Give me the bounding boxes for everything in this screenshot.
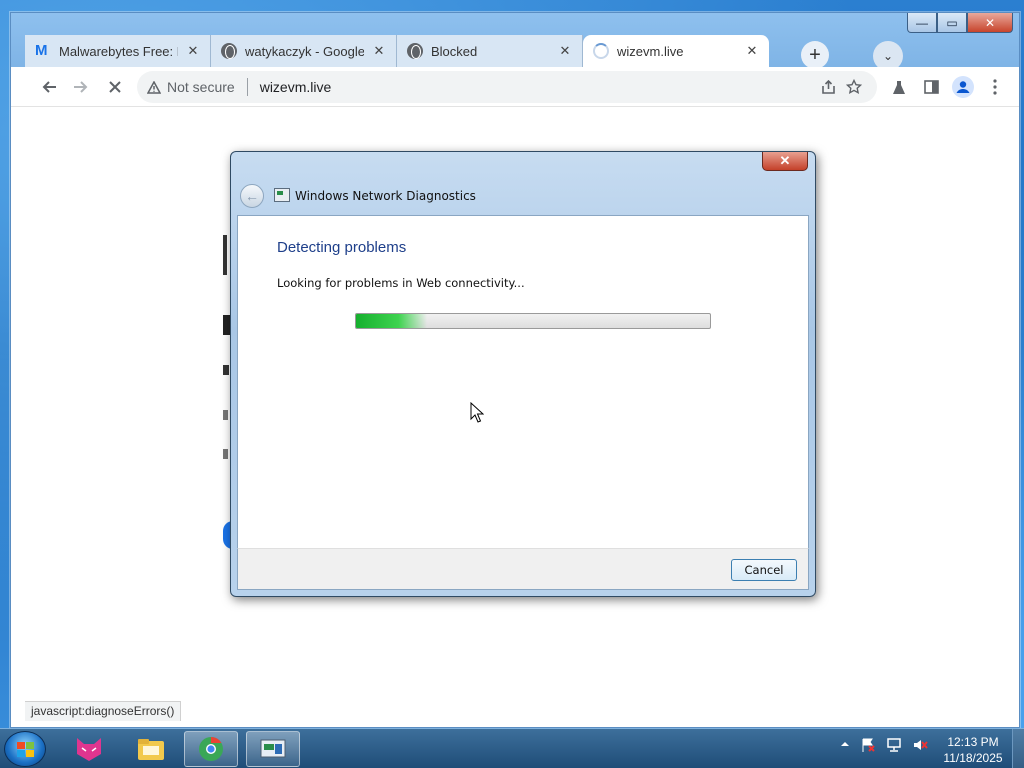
- network-status-icon[interactable]: [886, 737, 902, 756]
- chrome-icon: [199, 737, 223, 761]
- tab-label: watykaczyk - Google S: [245, 43, 364, 59]
- taskbar-clock[interactable]: 12:13 PM 11/18/2025: [936, 734, 1010, 766]
- action-center-flag-icon[interactable]: [860, 737, 876, 756]
- new-tab-button[interactable]: +: [801, 41, 829, 69]
- close-tab-icon[interactable]: ✕: [558, 43, 572, 59]
- page-fragment: [223, 235, 227, 275]
- browser-toolbar: Not secure wizevm.live: [11, 67, 1019, 107]
- back-arrow-icon[interactable]: [37, 75, 61, 99]
- tab-label: Malwarebytes Free: Fr: [59, 43, 178, 59]
- stop-loading-icon[interactable]: [103, 75, 127, 99]
- window-controls: — ▭ ✕: [907, 13, 1013, 35]
- profile-avatar-icon[interactable]: [951, 75, 975, 99]
- dialog-title: Windows Network Diagnostics: [295, 189, 476, 203]
- dialog-footer: Cancel: [237, 548, 809, 590]
- page-fragment: [223, 410, 228, 420]
- taskbar-app-cat[interactable]: [62, 731, 116, 767]
- tab-google-search[interactable]: watykaczyk - Google S ✕: [211, 35, 397, 67]
- progress-fill: [356, 314, 427, 328]
- share-icon[interactable]: [817, 76, 839, 98]
- volume-muted-icon[interactable]: [912, 737, 928, 756]
- progress-bar: [355, 313, 711, 329]
- side-panel-icon[interactable]: [919, 75, 943, 99]
- taskbar-app-explorer[interactable]: [124, 731, 178, 767]
- system-tray: [840, 737, 928, 756]
- security-label[interactable]: Not secure: [167, 79, 235, 95]
- taskbar-app-chrome[interactable]: [184, 731, 238, 767]
- dialog-message: Looking for problems in Web connectivity…: [277, 276, 525, 290]
- tab-malwarebytes[interactable]: M Malwarebytes Free: Fr ✕: [25, 35, 211, 67]
- cancel-button[interactable]: Cancel: [731, 559, 797, 581]
- url-text[interactable]: wizevm.live: [260, 79, 332, 95]
- page-fragment: [223, 449, 228, 459]
- warning-triangle-icon: [147, 80, 161, 94]
- minimize-button[interactable]: —: [907, 13, 937, 33]
- address-bar[interactable]: Not secure wizevm.live: [137, 71, 877, 103]
- globe-icon: [407, 43, 423, 59]
- cat-app-icon: [77, 738, 101, 761]
- file-explorer-icon: [138, 739, 164, 760]
- malwarebytes-icon: M: [35, 42, 48, 59]
- bookmark-star-icon[interactable]: [843, 76, 865, 98]
- taskbar-app-network-diagnostics[interactable]: [246, 731, 300, 767]
- taskbar: 12:13 PM 11/18/2025: [0, 728, 1024, 768]
- status-bar: javascript:diagnoseErrors(): [25, 701, 182, 721]
- start-orb[interactable]: [4, 731, 46, 767]
- maximize-button[interactable]: ▭: [937, 13, 967, 33]
- close-window-button[interactable]: ✕: [967, 13, 1013, 33]
- dialog-heading: Detecting problems: [277, 239, 407, 256]
- dialog-body: Detecting problems Looking for problems …: [237, 215, 809, 548]
- forward-arrow-icon[interactable]: [69, 75, 93, 99]
- tab-blocked[interactable]: Blocked ✕: [397, 35, 583, 67]
- close-tab-icon[interactable]: ✕: [372, 43, 386, 59]
- page-fragment: [223, 365, 229, 375]
- network-diagnostics-dialog: ✕ ← Windows Network Diagnostics Detectin…: [230, 151, 816, 597]
- tab-label: wizevm.live: [617, 43, 684, 59]
- tab-label: Blocked: [431, 43, 478, 59]
- loading-spinner-icon: [593, 43, 609, 59]
- tab-wizevm[interactable]: wizevm.live ✕: [583, 35, 769, 67]
- more-menu-icon[interactable]: [983, 75, 1007, 99]
- close-tab-icon[interactable]: ✕: [186, 43, 200, 59]
- clock-time: 12:13 PM: [947, 735, 999, 749]
- dialog-close-button[interactable]: ✕: [762, 152, 808, 171]
- close-tab-icon[interactable]: ✕: [745, 43, 759, 59]
- show-desktop-button[interactable]: [1012, 729, 1024, 768]
- network-diagnostics-icon: [260, 739, 286, 758]
- dialog-back-icon[interactable]: ←: [240, 184, 264, 208]
- globe-icon: [221, 43, 237, 59]
- tab-strip: M Malwarebytes Free: Fr ✕ watykaczyk - G…: [25, 31, 769, 67]
- show-hidden-icons-icon[interactable]: [840, 737, 850, 756]
- omnibox-divider: [246, 78, 248, 96]
- network-diagnostics-icon: [274, 188, 290, 202]
- labs-flask-icon[interactable]: [887, 75, 911, 99]
- mouse-cursor-icon: [470, 402, 484, 423]
- clock-date: 11/18/2025: [943, 751, 1003, 765]
